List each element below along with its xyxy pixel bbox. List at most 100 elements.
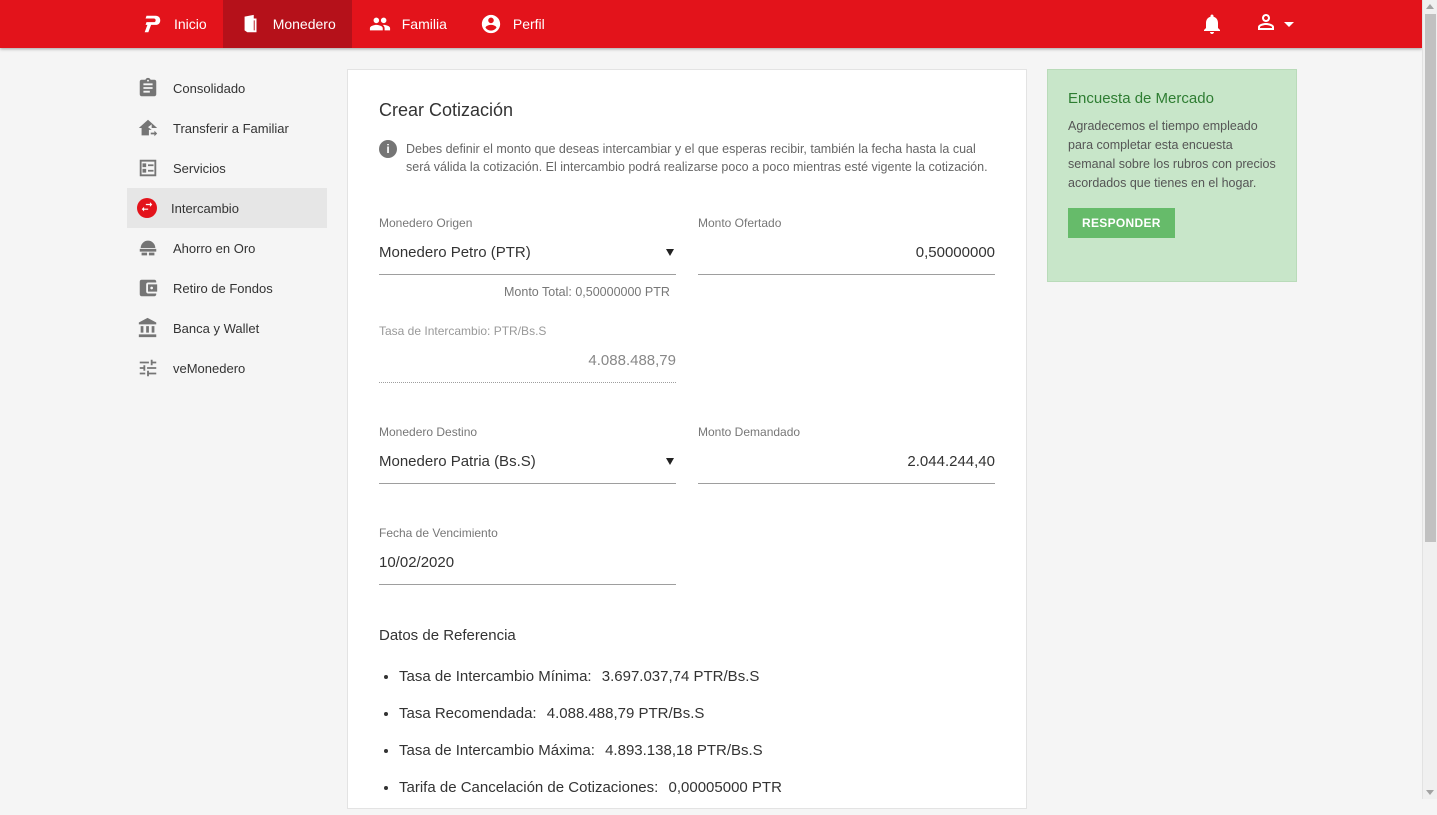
account-circle-icon: [479, 12, 503, 36]
sidebar-item-retiro[interactable]: Retiro de Fondos: [127, 268, 327, 308]
ref-label: Tarifa de Cancelación de Cotizaciones:: [399, 779, 659, 796]
bank-icon: [137, 317, 159, 339]
origin-wallet-value: Monedero Petro (PTR): [379, 243, 531, 261]
reference-title: Datos de Referencia: [379, 627, 516, 644]
sidebar-item-ahorro-oro[interactable]: Ahorro en Oro: [127, 228, 327, 268]
page-title: Crear Cotización: [379, 100, 514, 120]
page-scrollbar[interactable]: [1422, 0, 1437, 799]
sidebar-item-label: Servicios: [173, 160, 226, 176]
origin-wallet-select[interactable]: Monedero Origen Monedero Petro (PTR): [379, 216, 676, 275]
survey-title: Encuesta de Mercado: [1068, 90, 1214, 107]
exchange-icon: [137, 198, 157, 218]
nav-perfil[interactable]: Perfil: [463, 0, 561, 48]
quote-form-card: Crear Cotización i Debes definir el mont…: [347, 69, 1027, 809]
field-value-row: Monedero Petro (PTR): [379, 240, 676, 264]
sidebar-item-vemonedero[interactable]: veMonedero: [127, 348, 327, 388]
nav-monedero[interactable]: Monedero: [222, 0, 352, 48]
top-navbar: Inicio Monedero Familia Perfil: [0, 0, 1422, 48]
wallet-icon: [239, 12, 263, 36]
market-survey-panel: Encuesta de Mercado Agradecemos el tiemp…: [1047, 69, 1297, 282]
sidebar-item-label: Ahorro en Oro: [173, 240, 256, 256]
people-icon: [368, 12, 392, 36]
sidebar-item-intercambio[interactable]: Intercambio: [127, 188, 327, 228]
user-icon: [1254, 10, 1278, 39]
field-underline: [379, 274, 676, 275]
field-value-row: 0,50000000: [698, 240, 995, 264]
survey-text: Agradecemos el tiempo empleado para comp…: [1068, 119, 1276, 190]
nav-familia-label: Familia: [401, 16, 447, 32]
user-menu[interactable]: [1254, 10, 1294, 39]
ref-label: Tasa de Intercambio Mínima:: [399, 668, 592, 685]
nav-perfil-label: Perfil: [512, 16, 545, 32]
ref-label: Tasa Recomendada:: [399, 705, 537, 722]
field-value-row: Monedero Patria (Bs.S): [379, 449, 676, 473]
field-value-row: 4.088.488,79: [379, 348, 676, 372]
sidebar-item-label: veMonedero: [173, 360, 246, 376]
field-label: Tasa de Intercambio: PTR/Bs.S: [379, 324, 547, 338]
field-label: Monto Ofertado: [698, 216, 782, 230]
dropdown-arrow-icon: [666, 248, 674, 256]
sidebar-item-banca[interactable]: Banca y Wallet: [127, 308, 327, 348]
demanded-amount-value: 2.044.244,40: [907, 452, 995, 470]
sidebar-item-label: Intercambio: [171, 200, 239, 216]
sliders-icon: [137, 357, 159, 379]
expiration-date-input[interactable]: Fecha de Vencimiento 10/02/2020: [379, 526, 676, 585]
field-underline: [379, 483, 676, 484]
services-list-icon: [137, 157, 159, 179]
top-right-actions: [1200, 0, 1294, 48]
demanded-amount-input[interactable]: Monto Demandado 2.044.244,40: [698, 425, 995, 484]
destination-wallet-select[interactable]: Monedero Destino Monedero Patria (Bs.S): [379, 425, 676, 484]
field-underline: [379, 382, 676, 383]
field-label: Monto Demandado: [698, 425, 801, 439]
field-value-row: 2.044.244,40: [698, 449, 995, 473]
scrollbar-thumb[interactable]: [1425, 14, 1436, 542]
ref-value: 0,00005000 PTR: [668, 779, 782, 796]
list-item: Tasa de Intercambio Mínima: 3.697.037,74…: [399, 667, 782, 704]
field-label: Monedero Origen: [379, 216, 473, 230]
total-amount-text: Monto Total: 0,50000000 PTR: [504, 285, 670, 299]
scroll-up-icon[interactable]: [1426, 4, 1434, 9]
reference-list: Tasa de Intercambio Mínima: 3.697.037,74…: [399, 667, 782, 815]
sidebar-item-label: Retiro de Fondos: [173, 280, 273, 296]
sidebar-item-servicios[interactable]: Servicios: [127, 148, 327, 188]
sidebar-item-label: Consolidado: [173, 80, 246, 96]
info-text: Debes definir el monto que deseas interc…: [406, 142, 988, 174]
nav-familia[interactable]: Familia: [352, 0, 463, 48]
sidebar-item-label: Transferir a Familiar: [173, 120, 289, 136]
list-item: Tasa Recomendada: 4.088.488,79 PTR/Bs.S: [399, 704, 782, 741]
field-underline: [698, 483, 995, 484]
sidebar-item-transferir[interactable]: Transferir a Familiar: [127, 108, 327, 148]
ref-value: 4.088.488,79 PTR/Bs.S: [546, 705, 705, 722]
bell-icon[interactable]: [1200, 12, 1224, 36]
list-item: Tasa de Intercambio Máxima: 4.893.138,18…: [399, 741, 782, 778]
field-underline: [379, 584, 676, 585]
exchange-rate-value: 4.088.488,79: [588, 351, 676, 369]
sidebar-item-consolidado[interactable]: Consolidado: [127, 68, 327, 108]
wallet-withdraw-icon: [137, 277, 159, 299]
nav-monedero-label: Monedero: [272, 16, 336, 32]
scroll-down-icon[interactable]: [1426, 790, 1434, 795]
list-item: Tarifa de Cancelación de Cotizaciones: 0…: [399, 778, 782, 815]
destination-wallet-value: Monedero Patria (Bs.S): [379, 452, 536, 470]
exchange-rate-field: Tasa de Intercambio: PTR/Bs.S 4.088.488,…: [379, 324, 676, 383]
respond-button[interactable]: RESPONDER: [1068, 208, 1175, 238]
field-label: Fecha de Vencimiento: [379, 526, 498, 540]
chevron-down-icon: [1284, 21, 1294, 27]
sidebar-item-label: Banca y Wallet: [173, 320, 260, 336]
ref-value: 4.893.138,18 PTR/Bs.S: [605, 742, 763, 759]
nav-inicio[interactable]: Inicio: [124, 0, 223, 48]
main-nav: Inicio Monedero Familia Perfil: [124, 0, 561, 48]
field-underline: [698, 274, 995, 275]
sidebar: Consolidado Transferir a Familiar Servic…: [127, 68, 327, 388]
info-note: i Debes definir el monto que deseas inte…: [379, 140, 999, 176]
field-label: Monedero Destino: [379, 425, 478, 439]
ref-value: 3.697.037,74 PTR/Bs.S: [601, 668, 760, 685]
field-value-row: 10/02/2020: [379, 550, 676, 574]
expiration-date-value: 10/02/2020: [379, 553, 455, 571]
home-transfer-icon: [137, 117, 159, 139]
offered-amount-input[interactable]: Monto Ofertado 0,50000000: [698, 216, 995, 275]
nav-inicio-label: Inicio: [174, 16, 207, 32]
petro-logo-icon: [140, 12, 164, 36]
info-icon: i: [379, 140, 397, 158]
clipboard-icon: [137, 77, 159, 99]
